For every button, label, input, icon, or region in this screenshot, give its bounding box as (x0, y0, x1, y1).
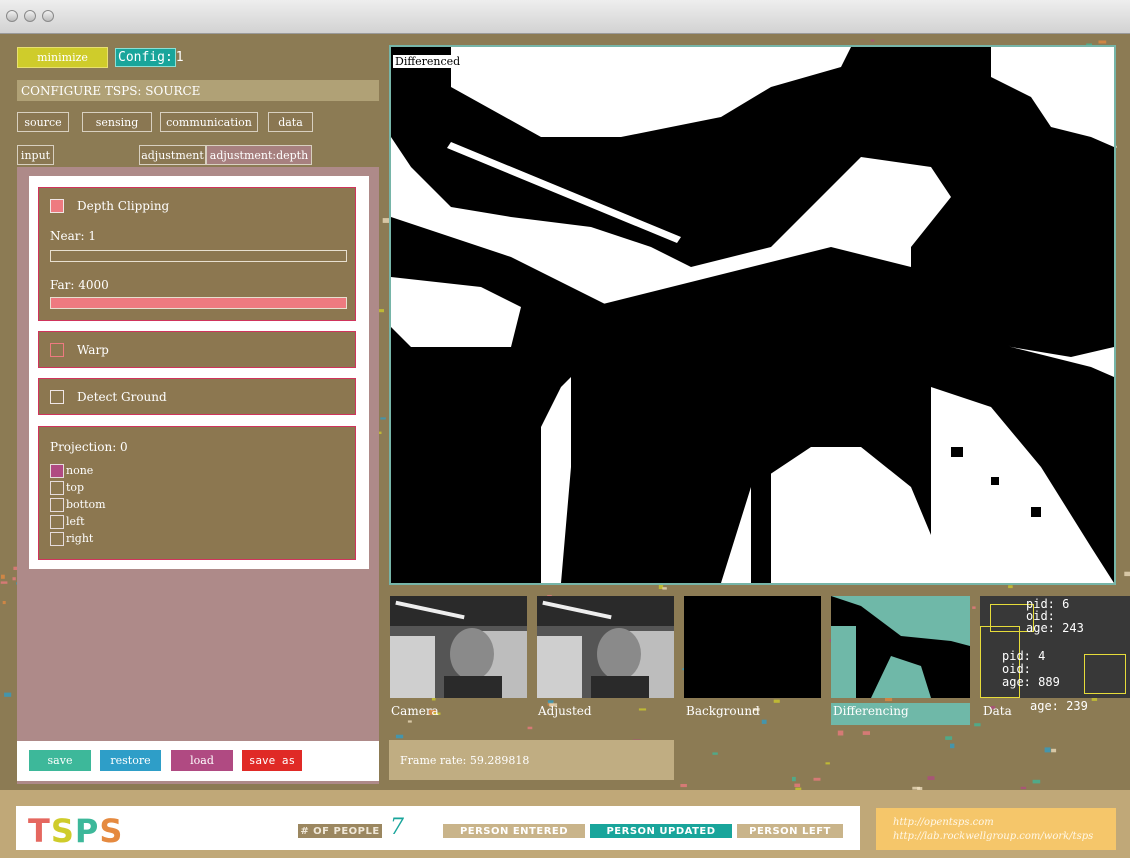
minimize-panel-button[interactable]: minimize (17, 47, 108, 68)
config-label: Config: (115, 48, 176, 67)
tab-data[interactable]: data (268, 112, 313, 132)
person-updated-badge: PERSON UPDATED (590, 824, 732, 838)
warp-checkbox[interactable] (50, 343, 64, 357)
background-thumbnail[interactable] (684, 596, 821, 698)
tab-source[interactable]: source (17, 112, 69, 132)
people-count: 7 (390, 815, 404, 840)
tsps-logo: TSPS (28, 812, 124, 850)
differenced-view (391, 47, 1114, 583)
person-entered-badge: PERSON ENTERED (443, 824, 585, 838)
projection-option-right[interactable]: right (50, 532, 93, 546)
save-button[interactable]: save (29, 750, 91, 771)
main-view-label: Differenced (393, 55, 463, 68)
people-count-label: # OF PEOPLE (298, 824, 382, 838)
differencing-image (831, 596, 970, 698)
projection-option-none[interactable]: none (50, 464, 93, 478)
subtab-adjustment[interactable]: adjustment (139, 145, 206, 165)
subtab-adjustment-depth[interactable]: adjustment:depth (206, 145, 312, 165)
zoom-window-button[interactable] (42, 10, 54, 22)
camera-image (390, 596, 527, 698)
person-left-badge: PERSON LEFT (737, 824, 843, 838)
minimize-window-button[interactable] (24, 10, 36, 22)
links-panel (876, 808, 1116, 850)
data-label: Data (983, 704, 1012, 718)
frame-rate-display: Frame rate: 59.289818 (389, 740, 674, 780)
depth-clipping-label: Depth Clipping (77, 199, 170, 213)
projection-option-bottom[interactable]: bottom (50, 498, 106, 512)
camera-thumbnail[interactable] (390, 596, 527, 698)
near-label: Near: 1 (50, 229, 96, 243)
blob-info-b: pid: 4 oid: age: 889 (1002, 649, 1060, 689)
data-thumbnail[interactable]: pid: 6 oid: age: 243 pid: 4 oid: age: 88… (980, 596, 1130, 698)
projection-option-left[interactable]: left (50, 515, 85, 529)
far-slider[interactable] (50, 297, 347, 309)
adjusted-image (537, 596, 674, 698)
detect-ground-checkbox[interactable] (50, 390, 64, 404)
blob-info-a: pid: 6 oid: age: 243 (1026, 597, 1084, 635)
depth-clipping-checkbox[interactable] (50, 199, 64, 213)
adjusted-thumbnail[interactable] (537, 596, 674, 698)
projection-option-top[interactable]: top (50, 481, 84, 495)
config-selector[interactable]: Config: 1 (115, 47, 184, 68)
config-value: 1 (175, 50, 184, 65)
camera-label: Camera (391, 704, 439, 718)
save-as-button[interactable]: save as (242, 750, 302, 771)
differencing-thumbnail[interactable] (831, 596, 970, 698)
differenced-image (391, 47, 1114, 583)
blob-box (1084, 654, 1126, 694)
subtab-input[interactable]: input (17, 145, 54, 165)
differencing-label: Differencing (833, 704, 909, 718)
adjusted-label: Adjusted (538, 704, 592, 718)
background-label: Background (686, 704, 760, 718)
tab-communication[interactable]: communication (160, 112, 258, 132)
footer-panel (16, 806, 860, 850)
tab-sensing[interactable]: sensing (82, 112, 152, 132)
detect-ground-label: Detect Ground (77, 390, 167, 404)
projection-label: Projection: 0 (50, 440, 128, 454)
blob-age-label: age: 239 (1030, 699, 1088, 713)
far-label: Far: 4000 (50, 278, 109, 292)
restore-button[interactable]: restore (100, 750, 161, 771)
near-slider[interactable] (50, 250, 347, 262)
panel-title: CONFIGURE TSPS: SOURCE (17, 80, 379, 101)
load-button[interactable]: load (171, 750, 233, 771)
link-opentsps[interactable]: http://opentsps.com (893, 817, 994, 828)
warp-label: Warp (77, 343, 109, 357)
link-rockwellgroup[interactable]: http://lab.rockwellgroup.com/work/tsps (893, 831, 1093, 842)
close-window-button[interactable] (6, 10, 18, 22)
window-title-bar (0, 0, 1130, 34)
